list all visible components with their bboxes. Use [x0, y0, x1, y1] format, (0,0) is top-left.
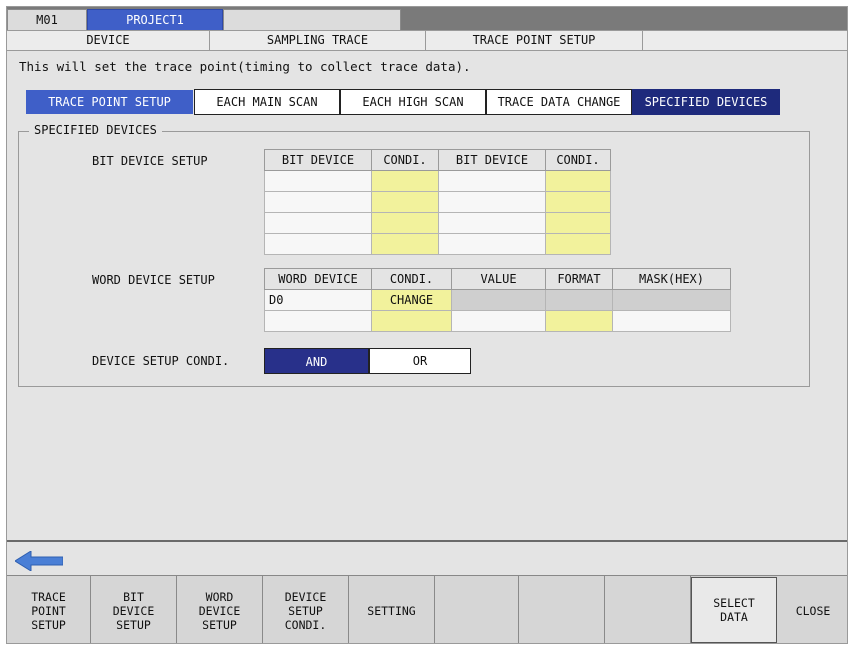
condition-cell[interactable] — [545, 212, 611, 234]
word-device-table: WORD DEVICE CONDI. VALUE FORMAT MASK(HEX… — [264, 268, 731, 332]
value-cell — [451, 289, 546, 311]
fkey-empty — [519, 576, 605, 643]
and-button[interactable]: AND — [264, 348, 369, 374]
condition-cell[interactable] — [371, 310, 452, 332]
condition-cell[interactable] — [371, 212, 439, 234]
or-button[interactable]: OR — [369, 348, 471, 374]
tab-project[interactable]: PROJECT1 — [87, 9, 223, 30]
bit-device-cell[interactable] — [438, 233, 546, 255]
fkey-device-setup-condi[interactable]: DEVICE SETUP CONDI. — [263, 576, 349, 643]
column-header: WORD DEVICE — [264, 268, 372, 290]
condition-cell[interactable]: CHANGE — [371, 289, 452, 311]
trace-data-change-button[interactable]: TRACE DATA CHANGE — [486, 89, 632, 115]
tab-device[interactable]: DEVICE — [7, 31, 210, 51]
table-header-row: BIT DEVICE CONDI. BIT DEVICE CONDI. — [264, 149, 611, 171]
bit-device-cell[interactable] — [438, 170, 546, 192]
each-high-scan-button[interactable]: EACH HIGH SCAN — [340, 89, 486, 115]
bit-device-table: BIT DEVICE CONDI. BIT DEVICE CONDI. — [264, 149, 611, 255]
back-arrow-icon[interactable] — [14, 550, 64, 574]
trace-point-setup-label: TRACE POINT SETUP — [26, 90, 193, 114]
trace-point-setup-screen: M01 PROJECT1 DEVICE SAMPLING TRACE TRACE… — [6, 6, 848, 644]
word-device-cell[interactable]: D0 — [264, 289, 372, 311]
fkey-close[interactable]: CLOSE — [777, 576, 847, 643]
tab-station[interactable]: M01 — [7, 9, 87, 30]
group-title: SPECIFIED DEVICES — [29, 123, 162, 137]
table-row — [264, 170, 611, 192]
table-row — [264, 191, 611, 213]
bit-device-setup-label: BIT DEVICE SETUP — [92, 154, 208, 168]
navigation-bar — [7, 542, 847, 575]
tab-trace-point-setup[interactable]: TRACE POINT SETUP — [426, 31, 643, 51]
column-header: MASK(HEX) — [612, 268, 731, 290]
bit-device-cell[interactable] — [264, 191, 372, 213]
mask-cell — [612, 289, 731, 311]
description-text: This will set the trace point(timing to … — [19, 59, 471, 74]
format-cell[interactable] — [545, 310, 613, 332]
table-row — [264, 310, 731, 332]
tab-sampling-trace[interactable]: SAMPLING TRACE — [210, 31, 426, 51]
word-device-cell[interactable] — [264, 310, 372, 332]
column-header: BIT DEVICE — [264, 149, 372, 171]
table-row: D0 CHANGE — [264, 289, 731, 311]
fkey-select-data[interactable]: SELECT DATA — [691, 577, 777, 643]
column-header: VALUE — [451, 268, 546, 290]
column-header: CONDI. — [545, 149, 611, 171]
column-header: FORMAT — [545, 268, 613, 290]
bit-device-cell[interactable] — [438, 191, 546, 213]
bit-device-cell[interactable] — [264, 212, 372, 234]
word-device-setup-label: WORD DEVICE SETUP — [92, 273, 215, 287]
fkey-setting[interactable]: SETTING — [349, 576, 435, 643]
condition-cell[interactable] — [371, 233, 439, 255]
column-header: CONDI. — [371, 268, 452, 290]
table-row — [264, 233, 611, 255]
condition-cell[interactable] — [545, 191, 611, 213]
tab-empty — [223, 9, 401, 30]
fkey-bit-device-setup[interactable]: BIT DEVICE SETUP — [91, 576, 177, 643]
bit-device-cell[interactable] — [438, 212, 546, 234]
mask-cell[interactable] — [612, 310, 731, 332]
fkey-trace-point-setup[interactable]: TRACE POINT SETUP — [7, 576, 91, 643]
value-cell[interactable] — [451, 310, 546, 332]
table-header-row: WORD DEVICE CONDI. VALUE FORMAT MASK(HEX… — [264, 268, 731, 290]
fkey-empty — [605, 576, 691, 643]
specified-devices-button[interactable]: SPECIFIED DEVICES — [632, 89, 780, 115]
bit-device-cell[interactable] — [264, 170, 372, 192]
table-row — [264, 212, 611, 234]
format-cell — [545, 289, 613, 311]
fkey-empty — [435, 576, 519, 643]
window-tab-bar: M01 PROJECT1 — [7, 7, 847, 30]
condition-cell[interactable] — [545, 233, 611, 255]
column-header: CONDI. — [371, 149, 439, 171]
sub-tab-bar: DEVICE SAMPLING TRACE TRACE POINT SETUP — [7, 30, 847, 51]
each-main-scan-button[interactable]: EACH MAIN SCAN — [194, 89, 340, 115]
fkey-word-device-setup[interactable]: WORD DEVICE SETUP — [177, 576, 263, 643]
condition-cell[interactable] — [545, 170, 611, 192]
bit-device-cell[interactable] — [264, 233, 372, 255]
condition-cell[interactable] — [371, 191, 439, 213]
condition-cell[interactable] — [371, 170, 439, 192]
column-header: BIT DEVICE — [438, 149, 546, 171]
device-setup-condi-label: DEVICE SETUP CONDI. — [92, 354, 230, 368]
